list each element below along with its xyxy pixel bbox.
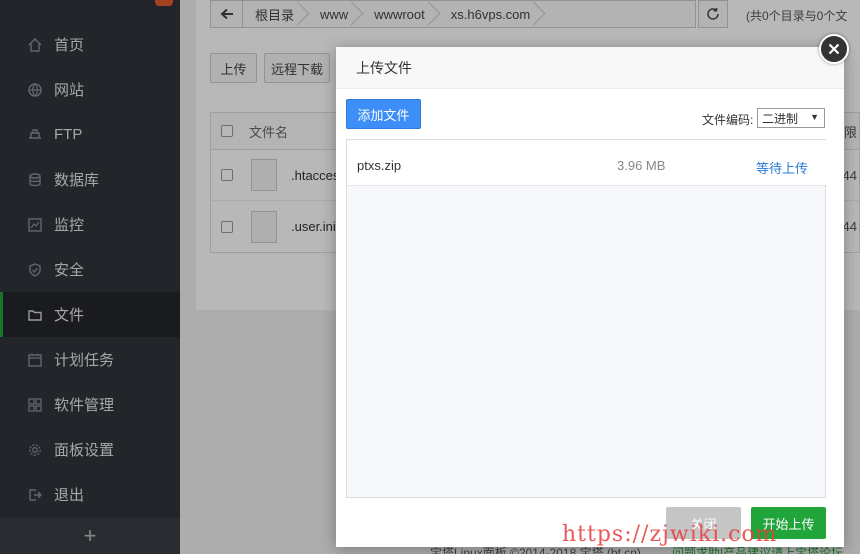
- upload-file-list: ptxs.zip 3.96 MB 等待上传: [346, 139, 827, 498]
- dialog-title: 上传文件: [336, 47, 844, 89]
- close-icon[interactable]: [819, 34, 849, 64]
- add-file-button[interactable]: 添加文件: [346, 99, 421, 129]
- caret-down-icon: ▼: [810, 112, 819, 122]
- upload-file-status: 等待上传: [756, 161, 809, 176]
- list-item: ptxs.zip 3.96 MB 等待上传: [347, 140, 827, 186]
- encoding-value: 二进制: [762, 111, 799, 126]
- upload-file-size: 3.96 MB: [617, 158, 666, 173]
- encoding-select[interactable]: 二进制 ▼: [757, 108, 825, 128]
- encoding-label: 文件编码:: [702, 113, 754, 127]
- upload-dialog: 上传文件 添加文件 文件编码: 二进制 ▼ ptxs.zip 3.96 MB 等…: [336, 47, 844, 547]
- watermark-text: https://zjwiki.com: [562, 522, 778, 547]
- upload-file-name: ptxs.zip: [357, 158, 402, 173]
